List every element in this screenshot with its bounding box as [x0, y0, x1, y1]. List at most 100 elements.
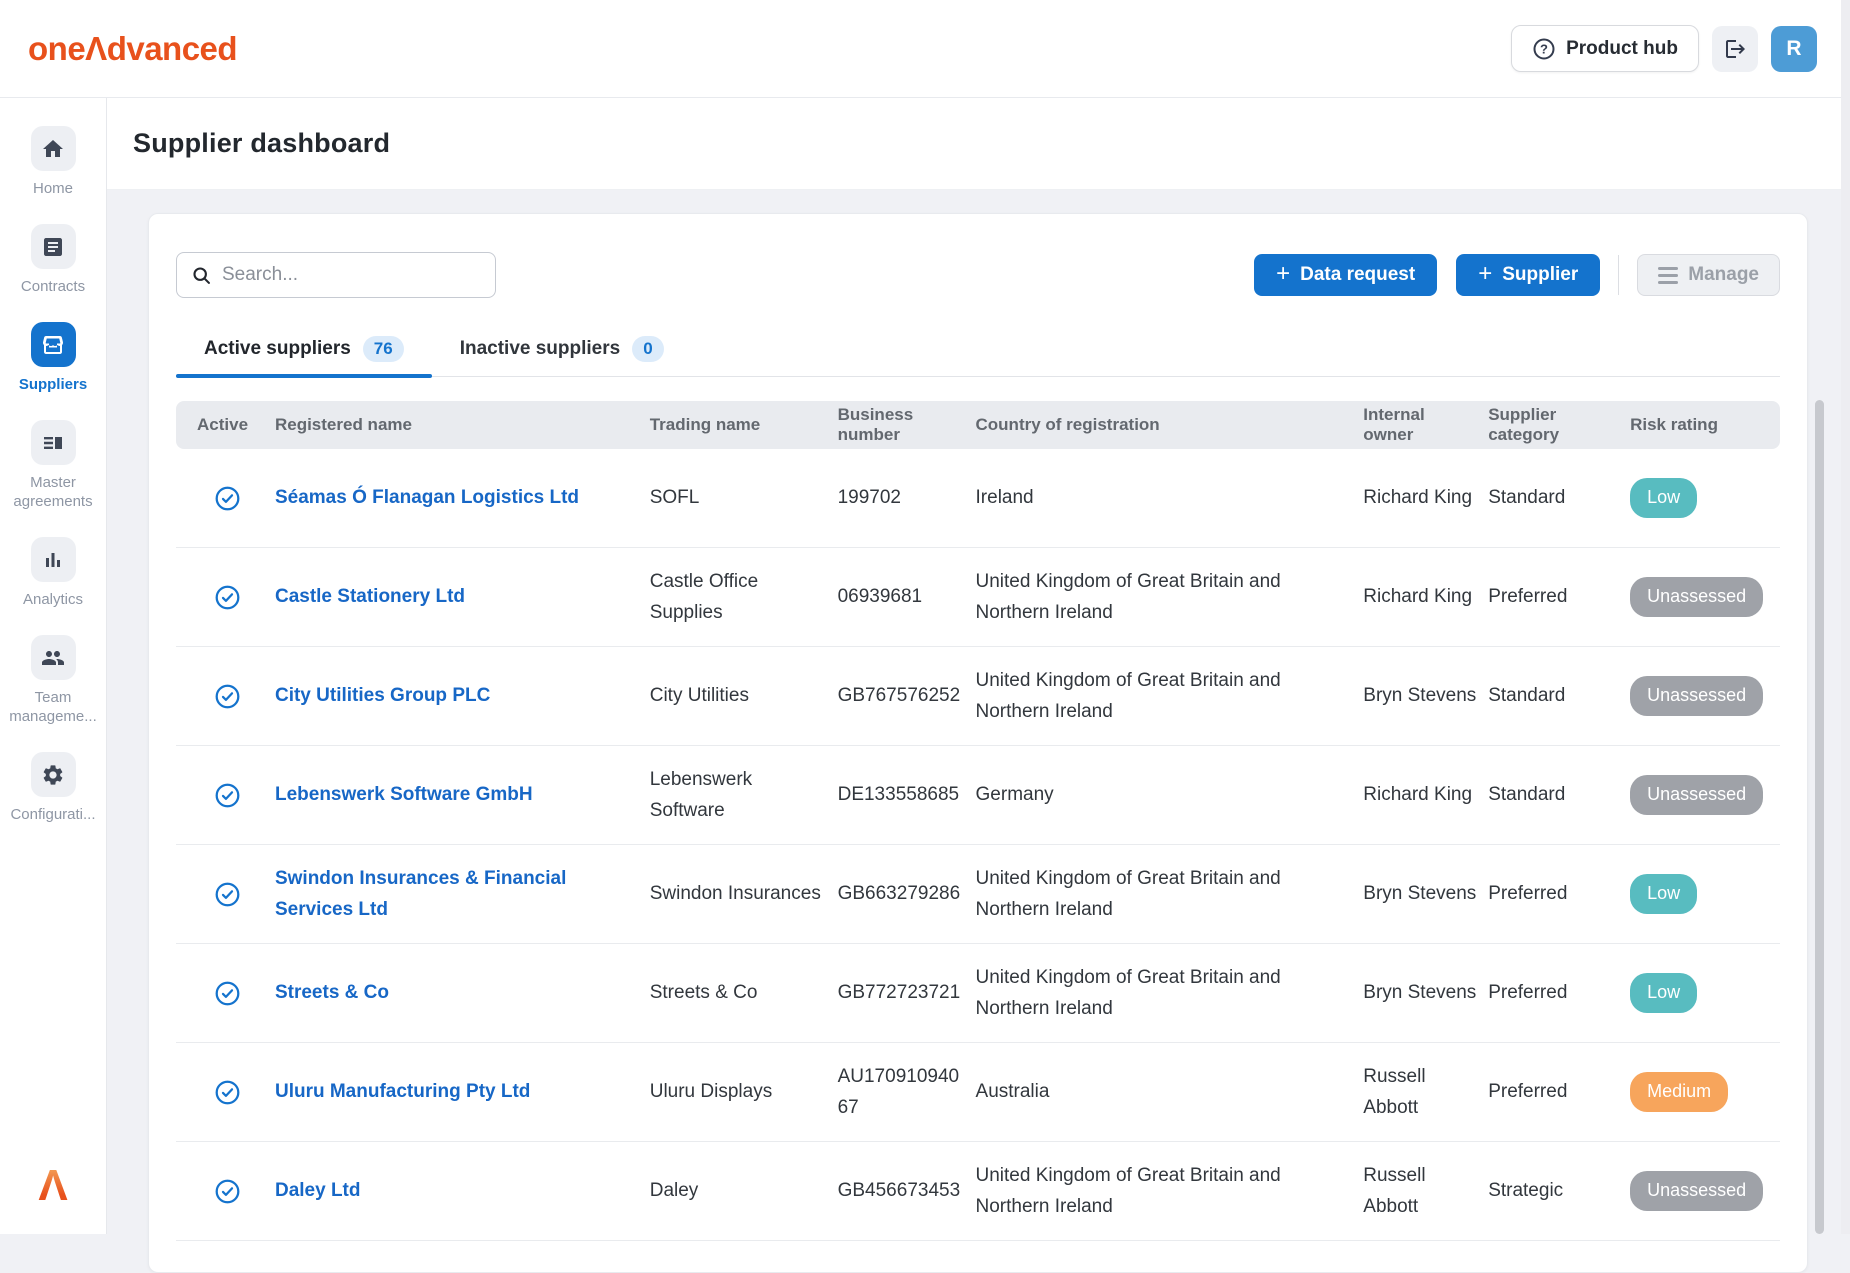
sidebar-item-home[interactable]: Home: [3, 126, 103, 198]
sidebar-item-label: Contracts: [21, 277, 85, 296]
tab-inactive-suppliers[interactable]: Inactive suppliers 0: [432, 326, 692, 376]
sidebar-item-label: Master agreements: [3, 473, 103, 511]
window-scrollbar-track[interactable]: [1841, 0, 1850, 1234]
master-agreements-icon: [41, 431, 65, 455]
supplier-table-row[interactable]: Daley Ltd Daley GB456673453 United Kingd…: [176, 1142, 1780, 1241]
search-box[interactable]: [176, 252, 496, 298]
data-request-button[interactable]: + Data request: [1254, 254, 1437, 296]
country-of-registration: United Kingdom of Great Britain and Nort…: [967, 566, 1355, 629]
supplier-category: Standard: [1479, 482, 1621, 513]
registered-name-link[interactable]: Séamas Ó Flanagan Logistics Ltd: [275, 487, 579, 508]
active-check-icon: [214, 1178, 241, 1205]
business-number: 199702: [829, 482, 967, 513]
sidebar-item-suppliers[interactable]: Suppliers: [3, 322, 103, 394]
supplier-table-row[interactable]: Streets & Co Streets & Co GB772723721 Un…: [176, 944, 1780, 1043]
registered-name-link[interactable]: Streets & Co: [275, 982, 389, 1003]
risk-rating-badge: Unassessed: [1630, 1171, 1763, 1211]
tab-count-badge: 76: [363, 336, 404, 362]
supplier-table-row[interactable]: Lebenswerk Software GmbH Lebenswerk Soft…: [176, 746, 1780, 845]
registered-name-link[interactable]: Daley Ltd: [275, 1180, 361, 1201]
trading-name: Swindon Insurances: [641, 878, 829, 909]
add-supplier-button[interactable]: + Supplier: [1456, 254, 1600, 296]
product-hub-label: Product hub: [1566, 38, 1678, 60]
search-icon: [191, 265, 212, 286]
list-scrollbar-thumb[interactable]: [1815, 400, 1824, 1234]
country-of-registration: United Kingdom of Great Britain and Nort…: [967, 1160, 1355, 1223]
supplier-category: Preferred: [1479, 1076, 1621, 1107]
tab-active-suppliers[interactable]: Active suppliers 76: [176, 326, 432, 376]
supplier-table-row[interactable]: City Utilities Group PLC City Utilities …: [176, 647, 1780, 746]
toolbar-divider: [1618, 255, 1619, 295]
sidebar-item-configuration[interactable]: Configurati...: [3, 752, 103, 824]
main-content: Supplier dashboard + Data request + Supp…: [107, 98, 1850, 1273]
business-number: GB663279286: [829, 878, 967, 909]
trading-name: Lebenswerk Software: [641, 764, 829, 827]
risk-rating-badge: Medium: [1630, 1072, 1728, 1112]
sidebar-item-team-management[interactable]: Team manageme...: [3, 635, 103, 726]
registered-name-link[interactable]: Uluru Manufacturing Pty Ltd: [275, 1081, 530, 1102]
col-registered-name: Registered name: [256, 415, 641, 435]
sidebar-item-label: Configurati...: [10, 805, 95, 824]
supplier-table-row[interactable]: Swindon Insurances & Financial Services …: [176, 845, 1780, 944]
supplier-category: Preferred: [1479, 878, 1621, 909]
sidebar-item-analytics[interactable]: Analytics: [3, 537, 103, 609]
supplier-table-row[interactable]: Uluru Manufacturing Pty Ltd Uluru Displa…: [176, 1043, 1780, 1142]
logo-a-mark: Λ: [85, 30, 107, 67]
tabs: Active suppliers 76 Inactive suppliers 0: [176, 326, 1780, 377]
app-header: oneΛdvanced ? Product hub R: [0, 0, 1850, 98]
supplier-table-row[interactable]: Castle Stationery Ltd Castle Office Supp…: [176, 548, 1780, 647]
col-active: Active: [176, 415, 256, 435]
search-input[interactable]: [222, 264, 481, 286]
risk-rating-badge: Unassessed: [1630, 676, 1763, 716]
country-of-registration: United Kingdom of Great Britain and Nort…: [967, 863, 1355, 926]
trading-name: Castle Office Supplies: [641, 566, 829, 629]
manage-button[interactable]: Manage: [1637, 254, 1780, 296]
internal-owner: Richard King: [1354, 482, 1479, 513]
help-icon: ?: [1532, 37, 1556, 61]
col-trading-name: Trading name: [641, 415, 829, 435]
sidebar-item-master-agreements[interactable]: Master agreements: [3, 420, 103, 511]
logout-icon: [1723, 37, 1747, 61]
supplier-category: Preferred: [1479, 977, 1621, 1008]
sidebar-item-label: Analytics: [23, 590, 83, 609]
header-actions: ? Product hub R: [1511, 25, 1817, 72]
risk-rating-badge: Unassessed: [1630, 577, 1763, 617]
toolbar-actions: + Data request + Supplier Manage: [1254, 254, 1780, 296]
sidebar-item-label: Suppliers: [19, 375, 87, 394]
suppliers-card: + Data request + Supplier Manage Active …: [148, 213, 1808, 1273]
gear-icon: [41, 763, 65, 787]
risk-rating-badge: Low: [1630, 973, 1697, 1013]
active-check-icon: [214, 881, 241, 908]
advanced-a-mark: Λ: [38, 1164, 67, 1208]
active-check-icon: [214, 584, 241, 611]
supplier-table-row[interactable]: Séamas Ó Flanagan Logistics Ltd SOFL 199…: [176, 449, 1780, 548]
internal-owner: Russell Abbott: [1354, 1160, 1479, 1223]
country-of-registration: Australia: [967, 1076, 1355, 1107]
registered-name-link[interactable]: City Utilities Group PLC: [275, 685, 490, 706]
registered-name-link[interactable]: Lebenswerk Software GmbH: [275, 784, 533, 805]
col-supplier-category: Supplier category: [1479, 405, 1621, 445]
country-of-registration: Ireland: [967, 482, 1355, 513]
registered-name-link[interactable]: Swindon Insurances & Financial Services …: [275, 868, 566, 920]
registered-name-link[interactable]: Castle Stationery Ltd: [275, 586, 465, 607]
col-business-number: Business number: [829, 405, 967, 445]
col-risk-rating: Risk rating: [1621, 415, 1780, 435]
product-hub-button[interactable]: ? Product hub: [1511, 25, 1699, 72]
supplier-category: Preferred: [1479, 581, 1621, 612]
risk-rating-badge: Unassessed: [1630, 775, 1763, 815]
menu-icon: [1658, 267, 1678, 284]
table-body: Séamas Ó Flanagan Logistics Ltd SOFL 199…: [176, 449, 1780, 1241]
page-title: Supplier dashboard: [133, 128, 390, 159]
tab-label: Active suppliers: [204, 338, 351, 360]
business-number: GB772723721: [829, 977, 967, 1008]
trading-name: Daley: [641, 1175, 829, 1206]
col-internal-owner: Internal owner: [1354, 405, 1479, 445]
sidebar-item-contracts[interactable]: Contracts: [3, 224, 103, 296]
business-number: 06939681: [829, 581, 967, 612]
active-check-icon: [214, 1079, 241, 1106]
table-header: Active Registered name Trading name Busi…: [176, 401, 1780, 449]
logout-button[interactable]: [1712, 26, 1758, 72]
user-avatar[interactable]: R: [1771, 26, 1817, 72]
risk-rating-badge: Low: [1630, 874, 1697, 914]
country-of-registration: United Kingdom of Great Britain and Nort…: [967, 665, 1355, 728]
